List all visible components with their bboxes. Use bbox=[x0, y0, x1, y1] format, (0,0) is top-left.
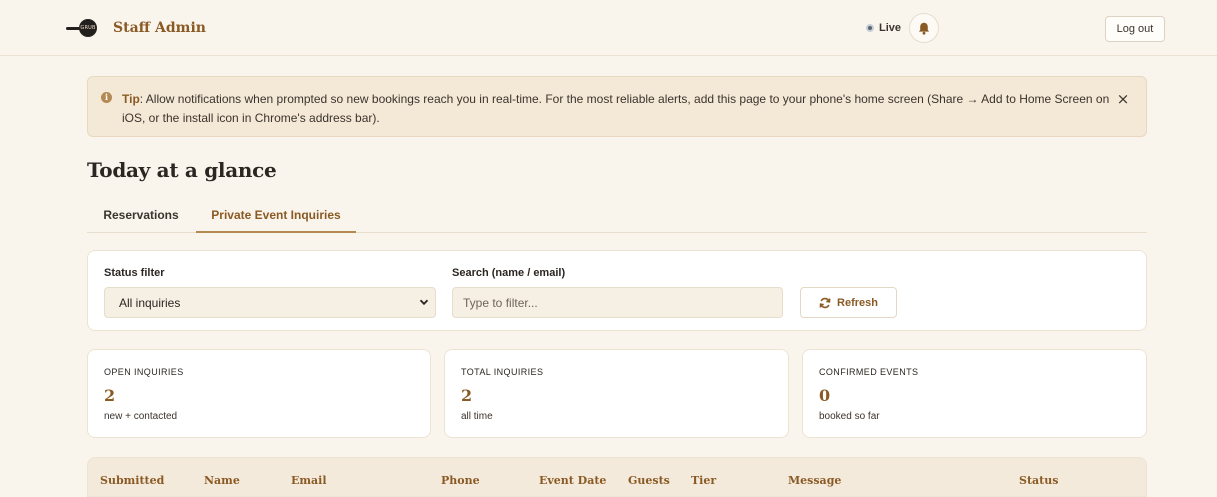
tip-text: Tip: Allow notifications when prompted s… bbox=[122, 90, 1112, 128]
column-header-event-date[interactable]: Event Date bbox=[539, 474, 606, 487]
column-header-message[interactable]: Message bbox=[788, 474, 841, 487]
column-header-email[interactable]: Email bbox=[291, 474, 327, 487]
tip-banner: i Tip: Allow notifications when prompted… bbox=[87, 76, 1147, 137]
page-title: Today at a glance bbox=[87, 158, 277, 182]
column-header-name[interactable]: Name bbox=[204, 474, 240, 487]
tab-reservations[interactable]: Reservations bbox=[87, 200, 195, 233]
stat-note: all time bbox=[461, 411, 493, 422]
info-icon: i bbox=[101, 92, 112, 103]
status-filter-value: All inquiries bbox=[119, 296, 181, 310]
bell-icon bbox=[918, 22, 930, 35]
stat-value: 0 bbox=[819, 386, 831, 405]
brand[interactable]: GRUB Staff Admin bbox=[66, 16, 206, 40]
stat-card-confirmed-events: CONFIRMED EVENTS 0 booked so far bbox=[802, 349, 1147, 438]
column-header-status[interactable]: Status bbox=[1019, 474, 1058, 487]
stat-card-total-inquiries: TOTAL INQUIRIES 2 all time bbox=[444, 349, 789, 438]
stat-note: new + contacted bbox=[104, 411, 178, 422]
column-header-tier[interactable]: Tier bbox=[691, 474, 716, 487]
notifications-button[interactable] bbox=[909, 13, 939, 43]
tip-message: : Allow notifications when prompted so n… bbox=[122, 92, 1110, 125]
search-input[interactable] bbox=[452, 287, 783, 318]
close-icon[interactable]: × bbox=[1115, 91, 1131, 107]
stat-label: OPEN INQUIRIES bbox=[104, 367, 184, 377]
stat-value: 2 bbox=[461, 386, 473, 405]
stat-note: booked so far bbox=[819, 411, 880, 422]
stat-label: CONFIRMED EVENTS bbox=[819, 367, 919, 377]
top-bar: GRUB Staff Admin Live Log out bbox=[0, 0, 1217, 56]
column-header-phone[interactable]: Phone bbox=[441, 474, 480, 487]
status-filter-label: Status filter bbox=[104, 267, 165, 279]
status-filter-select[interactable]: All inquiries bbox=[104, 287, 436, 318]
stat-label: TOTAL INQUIRIES bbox=[461, 367, 544, 377]
tab-private-event-inquiries[interactable]: Private Event Inquiries bbox=[196, 200, 356, 233]
logout-button[interactable]: Log out bbox=[1105, 16, 1165, 42]
refresh-icon bbox=[819, 297, 831, 308]
chevron-down-icon bbox=[419, 299, 429, 306]
column-header-submitted[interactable]: Submitted bbox=[100, 474, 164, 487]
refresh-label: Refresh bbox=[837, 296, 878, 309]
logo-icon: GRUB bbox=[66, 16, 106, 40]
inquiries-table-header: Submitted Name Email Phone Event Date Gu… bbox=[87, 457, 1147, 497]
tip-label: Tip bbox=[122, 92, 140, 106]
app-title: Staff Admin bbox=[113, 20, 206, 36]
tab-bar: Reservations Private Event Inquiries bbox=[87, 200, 1147, 233]
stat-card-open-inquiries: OPEN INQUIRIES 2 new + contacted bbox=[87, 349, 431, 438]
column-header-guests[interactable]: Guests bbox=[628, 474, 670, 487]
live-status: Live bbox=[866, 22, 901, 34]
stat-value: 2 bbox=[104, 386, 116, 405]
live-label: Live bbox=[879, 22, 902, 34]
filters-panel: Status filter All inquiries Search (name… bbox=[87, 250, 1147, 331]
search-label: Search (name / email) bbox=[452, 267, 566, 279]
live-dot-icon bbox=[866, 24, 874, 32]
refresh-button[interactable]: Refresh bbox=[800, 287, 897, 318]
logo-text: GRUB bbox=[80, 25, 96, 31]
